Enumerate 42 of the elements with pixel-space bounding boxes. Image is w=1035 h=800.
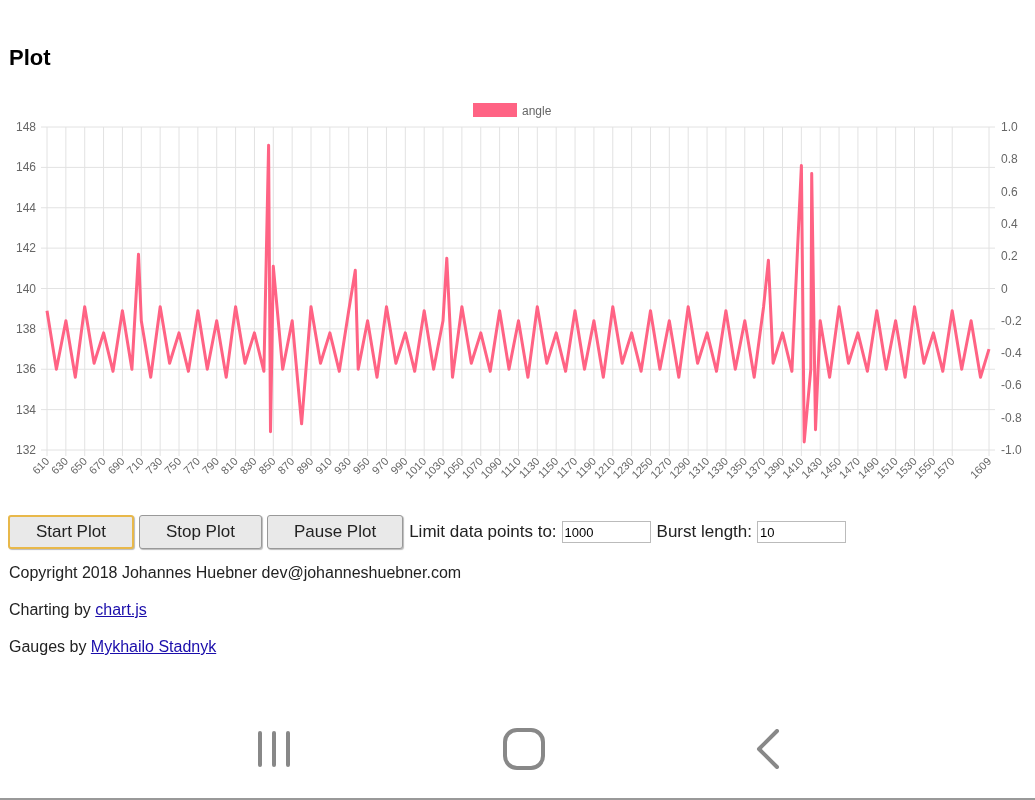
y-axis-label: 136 [15,362,36,377]
y-axis-label: -1.0 [1001,443,1022,457]
y-axis-label: 0.6 [1001,184,1018,199]
field-label: Burst length: [656,521,753,544]
y-axis-label: 142 [15,241,36,256]
y-axis-label: 0 [1001,281,1008,296]
page-title: Plot [9,44,52,72]
input-field[interactable]: 1000 [561,521,651,543]
y-axis-label: 138 [15,321,36,336]
y-axis-label: 0.2 [1001,249,1018,264]
back-icon[interactable] [755,729,780,769]
y-axis-label: 1.0 [1001,120,1018,134]
credit-link[interactable]: chart.js [95,601,147,618]
credit-link[interactable]: Mykhailo Stadnyk [90,638,217,655]
x-axis-label: 690 [105,454,127,477]
plot-button[interactable]: Start Plot [8,515,134,549]
legend-label: angle [522,104,552,118]
x-axis-label: 970 [369,454,391,477]
y-axis-label: 0.4 [1001,216,1018,231]
y-axis-label: 140 [15,281,36,296]
x-axis-label: 830 [237,454,259,477]
y-axis-label: -0.2 [1001,313,1022,328]
credit-line: Gauges by Mykhailo Stadnyk [9,637,218,657]
y-axis-label: 132 [15,443,36,457]
x-axis-label: 850 [256,454,278,477]
legend-swatch[interactable] [473,103,517,117]
plot-button[interactable]: Stop Plot [138,515,262,549]
y-axis-label: 0.8 [1001,152,1018,167]
plot-button[interactable]: Pause Plot [266,515,404,549]
credit-line: Charting by chart.js [9,600,148,620]
y-axis-label: 134 [15,402,36,417]
copyright-text: Copyright 2018 Johannes Huebner dev@johanneshuebner.com [9,563,463,583]
y-axis-label: -0.4 [1001,346,1022,361]
y-axis-label: 148 [15,120,36,134]
field-label: Limit data points to: [409,521,557,544]
x-axis-label: 710 [124,454,146,477]
y-axis-label: 144 [15,200,36,215]
y-axis-label: -0.8 [1001,410,1022,425]
y-axis-label: -0.6 [1001,378,1022,393]
y-axis-label: 146 [15,160,36,175]
home-icon[interactable] [503,728,546,770]
input-field[interactable]: 10 [757,521,847,543]
